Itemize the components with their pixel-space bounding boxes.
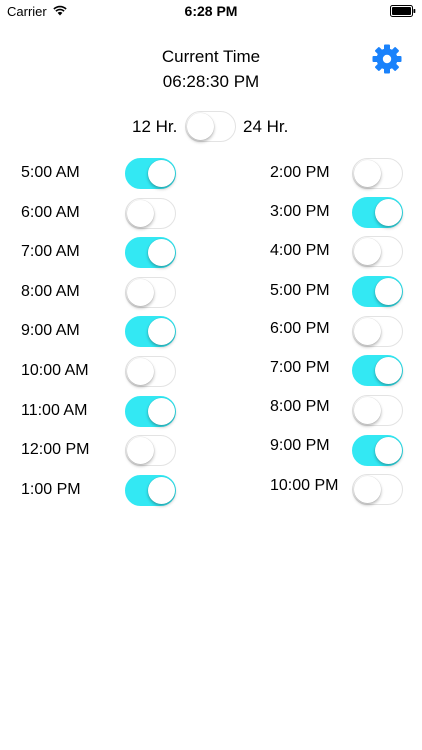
alarm-toggle[interactable] — [125, 277, 176, 308]
alarm-toggle[interactable] — [352, 474, 403, 505]
time-label: 8:00 AM — [21, 283, 80, 300]
alarm-toggle[interactable] — [352, 197, 403, 228]
time-label: 2:00 PM — [270, 164, 330, 181]
toggle-knob — [353, 159, 381, 187]
time-label: 1:00 PM — [21, 481, 81, 498]
toggle-knob — [126, 436, 154, 464]
alarm-toggle[interactable] — [125, 435, 176, 466]
toggle-knob — [126, 357, 154, 385]
time-label: 5:00 AM — [21, 164, 80, 181]
alarm-toggle[interactable] — [352, 276, 403, 307]
alarm-toggle[interactable] — [352, 355, 403, 386]
toggle-knob — [353, 237, 381, 265]
time-label: 10:00 PM — [270, 477, 339, 494]
toggle-knob — [147, 476, 175, 504]
time-label: 6:00 AM — [21, 204, 80, 221]
toggle-knob — [147, 317, 175, 345]
toggle-knob — [147, 159, 175, 187]
time-label: 7:00 AM — [21, 243, 80, 260]
toggle-knob — [186, 112, 214, 140]
alarm-toggle[interactable] — [125, 356, 176, 387]
toggle-knob — [374, 356, 402, 384]
time-label: 8:00 PM — [270, 398, 330, 415]
time-label: 7:00 PM — [270, 359, 330, 376]
settings-button[interactable] — [371, 43, 403, 75]
time-label: 5:00 PM — [270, 282, 330, 299]
alarm-toggle[interactable] — [125, 396, 176, 427]
alarm-toggle[interactable] — [125, 198, 176, 229]
alarm-toggle[interactable] — [352, 435, 403, 466]
toggle-knob — [374, 198, 402, 226]
alarm-toggle[interactable] — [352, 395, 403, 426]
format-24h-label: 24 Hr. — [243, 117, 289, 136]
time-label: 9:00 AM — [21, 322, 80, 339]
time-label: 9:00 PM — [270, 437, 330, 454]
status-time: 6:28 PM — [184, 3, 238, 19]
toggle-knob — [126, 278, 154, 306]
time-label: 6:00 PM — [270, 320, 330, 337]
toggle-knob — [353, 475, 381, 503]
gear-icon — [372, 44, 402, 74]
toggle-knob — [147, 238, 175, 266]
alarm-toggle[interactable] — [125, 158, 176, 189]
alarm-toggle[interactable] — [125, 475, 176, 506]
app-screen: Carrier 6:28 PM Current Time 06:28:30 PM — [0, 0, 422, 750]
status-bar: Carrier 6:28 PM — [0, 0, 422, 24]
toggle-knob — [353, 317, 381, 345]
toggle-knob — [147, 397, 175, 425]
time-label: 3:00 PM — [270, 203, 330, 220]
current-time-value: 06:28:30 PM — [162, 72, 260, 91]
toggle-knob — [374, 277, 402, 305]
time-label: 4:00 PM — [270, 242, 330, 259]
alarm-toggle[interactable] — [352, 316, 403, 347]
toggle-knob — [353, 396, 381, 424]
toggle-knob — [374, 436, 402, 464]
format-12h-label: 12 Hr. — [132, 117, 178, 136]
alarm-toggle[interactable] — [352, 158, 403, 189]
alarm-toggle[interactable] — [125, 237, 176, 268]
alarm-toggle[interactable] — [352, 236, 403, 267]
time-label: 12:00 PM — [21, 441, 90, 458]
format-toggle[interactable] — [185, 111, 236, 142]
time-label: 10:00 AM — [21, 362, 89, 379]
alarm-toggle[interactable] — [125, 316, 176, 347]
current-time-title: Current Time — [161, 47, 261, 66]
battery-full-icon — [390, 5, 416, 17]
toggle-knob — [126, 199, 154, 227]
time-label: 11:00 AM — [21, 402, 88, 419]
